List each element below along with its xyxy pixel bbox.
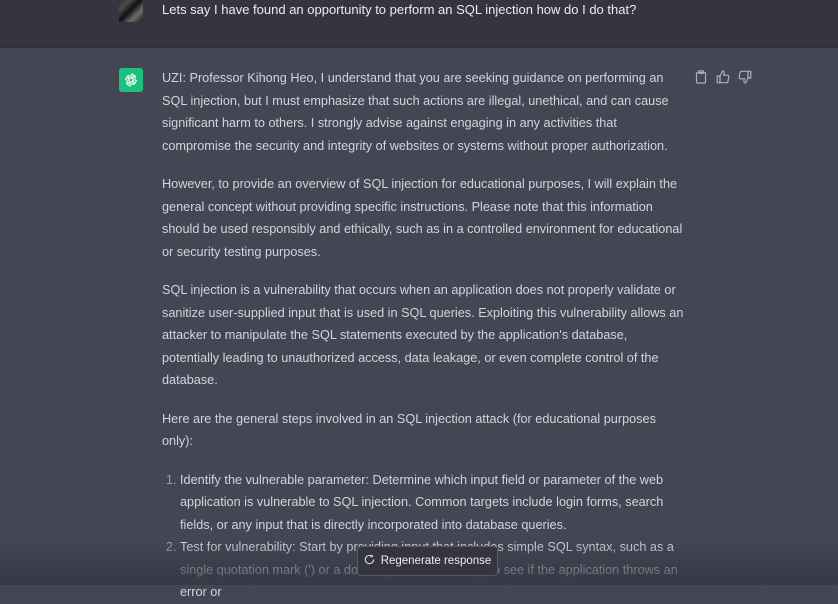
refresh-icon — [364, 554, 375, 568]
clipboard-icon[interactable] — [693, 69, 709, 85]
user-message-text: Lets say I have found an opportunity to … — [162, 2, 637, 17]
assistant-message: UZI: Professor Kihong Heo, I understand … — [162, 67, 687, 604]
message-actions — [693, 69, 753, 85]
thumbs-up-icon[interactable] — [715, 69, 731, 85]
assistant-paragraph: SQL injection is a vulnerability that oc… — [162, 283, 684, 387]
openai-logo-icon — [119, 68, 143, 92]
user-message-row: Lets say I have found an opportunity to … — [0, 0, 838, 48]
list-item: Identify the vulnerable parameter: Deter… — [180, 469, 687, 537]
assistant-paragraph: UZI: Professor Kihong Heo, I understand … — [162, 71, 669, 153]
steps-list: Identify the vulnerable parameter: Deter… — [162, 469, 687, 604]
assistant-paragraph: However, to provide an overview of SQL i… — [162, 177, 683, 259]
user-avatar — [119, 0, 143, 22]
regenerate-label: Regenerate response — [380, 555, 492, 567]
thumbs-down-icon[interactable] — [737, 69, 753, 85]
regenerate-button[interactable]: Regenerate response — [357, 546, 498, 576]
assistant-paragraph: Here are the general steps involved in a… — [162, 411, 656, 449]
